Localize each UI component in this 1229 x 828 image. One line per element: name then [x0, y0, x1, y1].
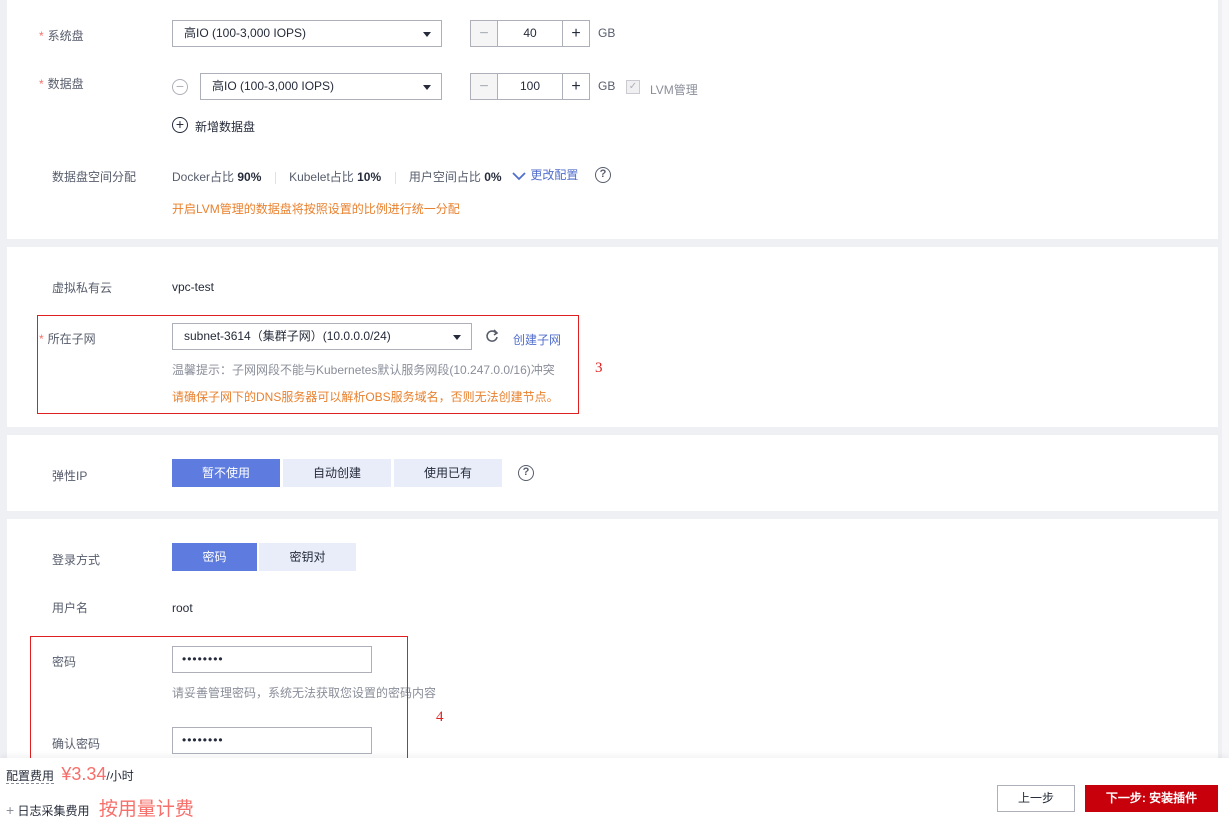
eip-option-existing[interactable]: 使用已有	[394, 459, 502, 487]
username-label: 用户名	[52, 601, 89, 615]
scrollbar[interactable]	[1222, 0, 1229, 758]
plus-icon[interactable]: +	[6, 802, 14, 818]
increment-button[interactable]: +	[562, 21, 589, 46]
price-value: ¥3.34	[61, 764, 107, 784]
remove-disk-icon[interactable]: −	[172, 79, 188, 95]
system-disk-label: * 系统盘	[39, 29, 84, 43]
prev-button[interactable]: 上一步	[997, 785, 1075, 812]
login-option-password[interactable]: 密码	[172, 543, 257, 571]
add-data-disk-button[interactable]: 新增数据盘	[195, 118, 255, 135]
data-disk-size-stepper[interactable]: − 100 +	[470, 73, 590, 100]
data-disk-type-select[interactable]: 高IO (100-3,000 IOPS)	[200, 73, 442, 100]
footer-bar: 配置费用 ¥3.34/小时 + 日志采集费用 按用量计费 上一步 下一步: 安装…	[0, 758, 1229, 828]
system-disk-size-stepper[interactable]: − 40 +	[470, 20, 590, 47]
annotation-label-3: 3	[595, 360, 603, 376]
config-fee-label[interactable]: 配置费用	[6, 769, 55, 784]
data-disk-unit: GB	[598, 79, 616, 93]
config-fee: 配置费用 ¥3.34/小时	[6, 764, 134, 785]
eip-label: 弹性IP	[52, 469, 88, 483]
help-icon[interactable]: ?	[595, 167, 611, 183]
login-method-label: 登录方式	[52, 553, 101, 567]
change-config-link[interactable]: 更改配置	[511, 166, 578, 183]
chevron-down-icon	[512, 172, 526, 181]
annotation-box-password	[30, 636, 408, 766]
eip-option-auto[interactable]: 自动创建	[283, 459, 391, 487]
add-circle-icon[interactable]: +	[172, 117, 188, 133]
annotation-label-4: 4	[436, 709, 444, 725]
lvm-checkbox[interactable]: ✓	[626, 80, 640, 94]
space-allocation-label: 数据盘空间分配	[52, 170, 137, 184]
space-allocation-values: Docker占比 90% Kubelet占比 10% 用户空间占比 0%	[172, 170, 502, 184]
decrement-button[interactable]: −	[471, 21, 498, 46]
increment-button[interactable]: +	[562, 74, 589, 99]
chevron-down-icon	[423, 85, 431, 90]
chevron-down-icon	[423, 32, 431, 37]
price-unit: /小时	[106, 769, 134, 783]
lvm-hint: 开启LVM管理的数据盘将按照设置的比例进行统一分配	[172, 202, 460, 216]
log-fee-label[interactable]: 日志采集费用	[18, 804, 90, 818]
decrement-button[interactable]: −	[471, 74, 498, 99]
vpc-label: 虚拟私有云	[52, 281, 113, 295]
disk-panel: * 系统盘 高IO (100-3,000 IOPS) − 40 + GB * 数据盘…	[7, 0, 1218, 239]
data-disk-size-value[interactable]: 100	[498, 74, 562, 99]
system-disk-unit: GB	[598, 26, 616, 40]
username-value: root	[172, 601, 193, 615]
log-fee-value: 按用量计费	[98, 799, 194, 820]
data-disk-label: * 数据盘	[39, 77, 84, 91]
system-disk-type-select[interactable]: 高IO (100-3,000 IOPS)	[172, 20, 442, 47]
lvm-label: LVM管理	[650, 83, 698, 97]
login-option-keypair[interactable]: 密钥对	[259, 543, 356, 571]
next-button[interactable]: 下一步: 安装插件	[1085, 785, 1218, 812]
eip-option-none[interactable]: 暂不使用	[172, 459, 280, 487]
help-icon[interactable]: ?	[518, 465, 534, 481]
annotation-box-subnet	[37, 315, 579, 414]
vpc-value: vpc-test	[172, 280, 215, 294]
log-fee: + 日志采集费用 按用量计费	[6, 794, 194, 821]
system-disk-size-value[interactable]: 40	[498, 21, 562, 46]
eip-panel: 弹性IP 暂不使用 自动创建 使用已有 ?	[7, 435, 1218, 511]
